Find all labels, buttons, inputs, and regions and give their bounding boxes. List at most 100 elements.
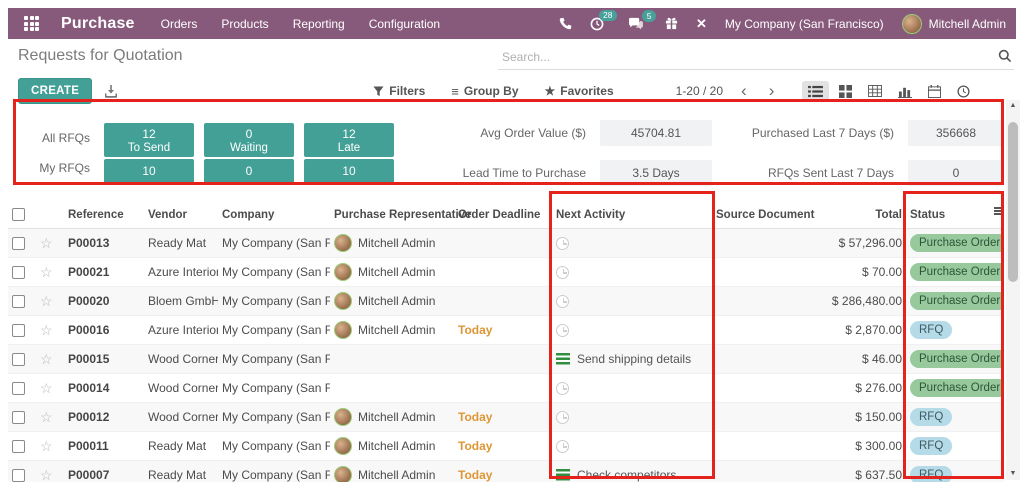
row-checkbox[interactable] bbox=[12, 353, 25, 367]
phone-icon[interactable] bbox=[559, 17, 572, 30]
close-x-icon[interactable]: ✕ bbox=[696, 16, 707, 32]
status-badge: RFQ bbox=[910, 321, 953, 339]
user-menu[interactable]: Mitchell Admin bbox=[901, 13, 1006, 34]
activity-view-icon[interactable] bbox=[951, 81, 976, 102]
table-row[interactable]: ☆ P00015 Wood Corner My Company (San Fra… bbox=[8, 344, 1004, 374]
header-representative[interactable]: Purchase Representative bbox=[330, 201, 471, 229]
pager-next-icon[interactable]: › bbox=[765, 82, 779, 99]
row-checkbox[interactable] bbox=[12, 295, 25, 309]
select-all-checkbox[interactable] bbox=[12, 208, 25, 221]
favorite-star-icon[interactable]: ☆ bbox=[40, 322, 53, 338]
deadline-cell bbox=[454, 373, 552, 403]
favorite-star-icon[interactable]: ☆ bbox=[40, 351, 53, 367]
header-reference[interactable]: Reference bbox=[64, 201, 144, 229]
gift-icon[interactable] bbox=[665, 17, 678, 30]
favorite-star-icon[interactable]: ☆ bbox=[40, 264, 53, 280]
status-cell: RFQ bbox=[906, 460, 1004, 482]
table-row[interactable]: ☆ P00007 Ready Mat My Company (San Franc… bbox=[8, 460, 1004, 482]
metric-late-my[interactable]: 10 bbox=[304, 159, 394, 183]
table-row[interactable]: ☆ P00020 Bloem GmbH My Company (San Fran… bbox=[8, 286, 1004, 316]
optional-columns-icon[interactable] bbox=[994, 207, 1002, 215]
table-row[interactable]: ☆ P00021 Azure Interior My Company (San … bbox=[8, 257, 1004, 287]
export-icon[interactable] bbox=[104, 84, 118, 98]
activity-icon[interactable] bbox=[556, 236, 569, 250]
row-checkbox[interactable] bbox=[12, 237, 25, 251]
rfq-metrics: 12 To Send 10 0 Waiting 0 12 Late 10 bbox=[104, 123, 394, 183]
table-row[interactable]: ☆ P00012 Wood Corner My Company (San Fra… bbox=[8, 402, 1004, 432]
favorites-button[interactable]: ★ Favorites bbox=[545, 84, 614, 98]
status-badge: Purchase Order bbox=[910, 263, 1004, 281]
representative-cell bbox=[330, 344, 454, 374]
table-row[interactable]: ☆ P00016 Azure Interior My Company (San … bbox=[8, 315, 1004, 345]
kanban-view-icon[interactable] bbox=[833, 81, 858, 102]
menu-products[interactable]: Products bbox=[221, 17, 268, 31]
representative-name: Mitchell Admin bbox=[358, 323, 436, 337]
source-document-cell bbox=[712, 344, 824, 374]
scroll-down-icon[interactable]: ▼ bbox=[1006, 468, 1020, 480]
header-next-activity[interactable]: Next Activity bbox=[552, 201, 712, 229]
activity-icon[interactable] bbox=[556, 353, 570, 365]
menu-orders[interactable]: Orders bbox=[161, 17, 198, 31]
favorite-star-icon[interactable]: ☆ bbox=[40, 409, 53, 425]
header-status[interactable]: Status bbox=[906, 201, 1004, 229]
metric-late-all[interactable]: 12 Late bbox=[304, 123, 394, 157]
activity-icon[interactable] bbox=[556, 265, 569, 279]
total-cell: $ 150.00 bbox=[824, 402, 906, 432]
calendar-view-icon[interactable] bbox=[922, 81, 947, 102]
filters-button[interactable]: Filters bbox=[373, 84, 425, 98]
search-icon[interactable] bbox=[998, 49, 1012, 63]
header-total[interactable]: Total bbox=[824, 201, 906, 229]
activity-icon[interactable] bbox=[556, 410, 569, 424]
row-checkbox[interactable] bbox=[12, 411, 25, 425]
menu-configuration[interactable]: Configuration bbox=[369, 17, 440, 31]
metric-waiting-my[interactable]: 0 bbox=[204, 159, 294, 183]
status-cell: RFQ bbox=[906, 431, 1004, 461]
menu-reporting[interactable]: Reporting bbox=[293, 17, 345, 31]
representative-cell bbox=[330, 373, 454, 403]
create-button[interactable]: CREATE bbox=[18, 78, 93, 104]
favorite-star-icon[interactable]: ☆ bbox=[40, 467, 53, 482]
activity-icon[interactable] bbox=[556, 323, 569, 337]
header-company[interactable]: Company bbox=[218, 201, 330, 229]
row-checkbox[interactable] bbox=[12, 382, 25, 396]
scrollbar-thumb[interactable] bbox=[1008, 122, 1018, 282]
favorite-star-icon[interactable]: ☆ bbox=[40, 380, 53, 396]
vertical-scrollbar[interactable]: ▲ ▼ bbox=[1006, 100, 1020, 480]
header-source-document[interactable]: Source Document bbox=[712, 201, 824, 229]
pager-previous-icon[interactable]: ‹ bbox=[737, 82, 751, 99]
reference-cell: P00015 bbox=[64, 344, 144, 374]
row-checkbox[interactable] bbox=[12, 469, 25, 482]
company-switcher[interactable]: My Company (San Francisco) bbox=[725, 17, 884, 31]
table-row[interactable]: ☆ P00011 Ready Mat My Company (San Franc… bbox=[8, 431, 1004, 461]
header-deadline[interactable]: Order Deadline bbox=[454, 201, 552, 229]
row-checkbox[interactable] bbox=[12, 440, 25, 454]
header-vendor[interactable]: Vendor bbox=[144, 201, 218, 229]
activities-clock-icon[interactable]: 28 bbox=[590, 9, 617, 31]
apps-menu-icon[interactable] bbox=[24, 16, 39, 31]
search-input[interactable] bbox=[498, 47, 1014, 70]
activity-icon[interactable] bbox=[556, 439, 569, 453]
table-row[interactable]: ☆ P00014 Wood Corner My Company (San Fra… bbox=[8, 373, 1004, 403]
activity-icon[interactable] bbox=[556, 469, 570, 481]
list-view-icon[interactable] bbox=[802, 80, 830, 102]
representative-name: Mitchell Admin bbox=[358, 410, 436, 424]
messages-icon[interactable]: 5 bbox=[628, 10, 656, 30]
metric-to-send-my[interactable]: 10 bbox=[104, 159, 194, 183]
metric-to-send-all[interactable]: 12 To Send bbox=[104, 123, 194, 157]
favorite-star-icon[interactable]: ☆ bbox=[40, 293, 53, 309]
table-row[interactable]: ☆ P00013 Ready Mat My Company (San Franc… bbox=[8, 228, 1004, 258]
favorite-star-icon[interactable]: ☆ bbox=[40, 438, 53, 454]
favorite-star-icon[interactable]: ☆ bbox=[40, 235, 53, 251]
activity-icon[interactable] bbox=[556, 381, 569, 395]
graph-view-icon[interactable] bbox=[892, 81, 918, 102]
scroll-up-icon[interactable]: ▲ bbox=[1006, 100, 1020, 112]
group-by-button[interactable]: ≡ Group By bbox=[451, 84, 518, 99]
pivot-view-icon[interactable] bbox=[862, 81, 888, 101]
activity-icon[interactable] bbox=[556, 294, 569, 308]
metric-waiting-all[interactable]: 0 Waiting bbox=[204, 123, 294, 157]
representative-cell: Mitchell Admin bbox=[330, 315, 454, 345]
row-checkbox[interactable] bbox=[12, 324, 25, 338]
app-title[interactable]: Purchase bbox=[61, 15, 135, 33]
source-document-cell bbox=[712, 402, 824, 432]
row-checkbox[interactable] bbox=[12, 266, 25, 280]
